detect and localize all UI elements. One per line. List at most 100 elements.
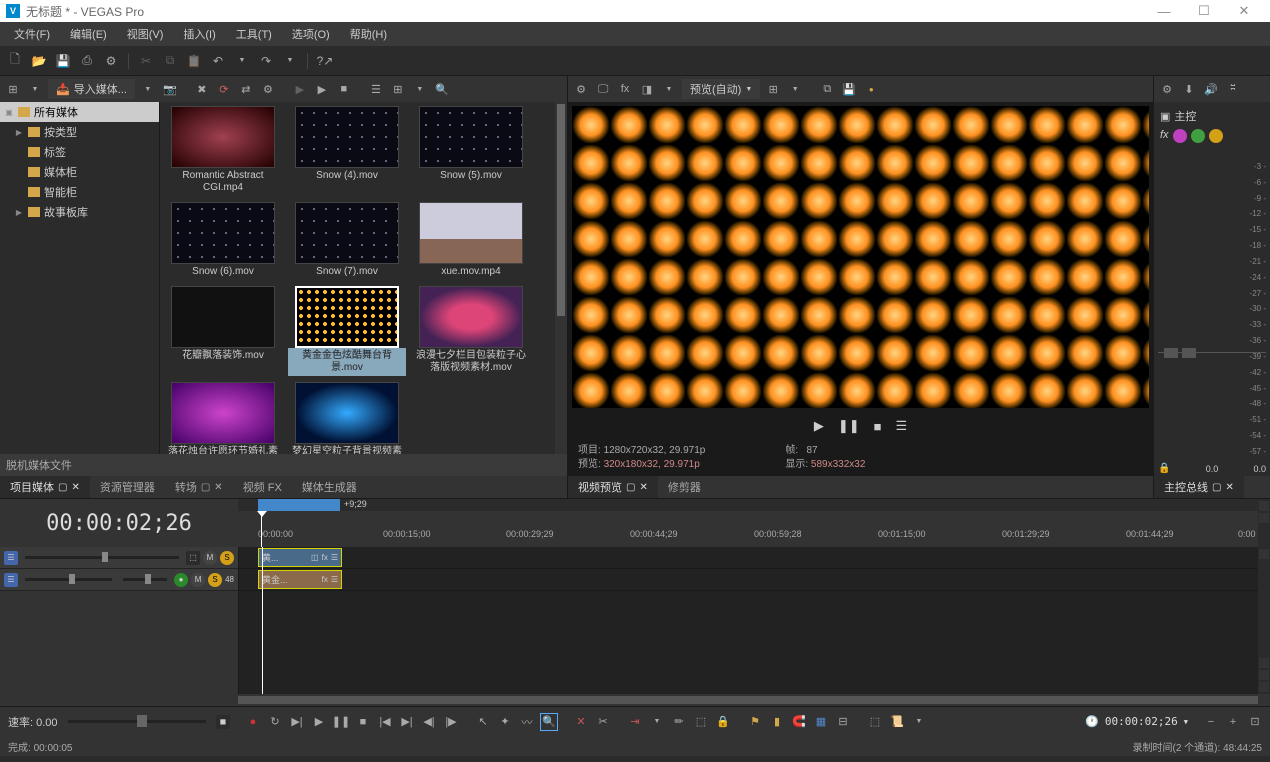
save-icon[interactable]: 💾 [54, 52, 72, 70]
remove-icon[interactable]: ✖ [193, 80, 211, 98]
dropdown-icon[interactable]: ▼ [26, 80, 44, 98]
lock-icon[interactable]: 🔒 [714, 713, 732, 731]
insert-fx-icon[interactable]: ⬇ [1180, 80, 1198, 98]
tab-close-icon[interactable]: ✕ [639, 482, 647, 493]
play-icon[interactable]: ▶ [291, 80, 309, 98]
tab-close-icon[interactable]: ✕ [71, 482, 79, 493]
copy-snapshot-icon[interactable]: ⧉ [818, 80, 836, 98]
new-icon[interactable]: 🗋 [6, 52, 24, 70]
track-content[interactable]: 黄... ◫ fx ☰ 黄金... fx ☰ [238, 547, 1258, 694]
tab-close-icon[interactable]: ✕ [1225, 482, 1233, 493]
grid-icon[interactable]: ⊞ [389, 80, 407, 98]
stop-icon[interactable]: ■ [335, 80, 353, 98]
media-item[interactable]: Snow (6).mov [164, 202, 282, 280]
refresh-icon[interactable]: ⟳ [215, 80, 233, 98]
zoom-out-h-icon[interactable]: − [1202, 713, 1220, 731]
status-icon[interactable]: ● [862, 80, 880, 98]
minimize-button[interactable]: — [1144, 4, 1184, 19]
meter-toggle-left[interactable] [1164, 348, 1178, 358]
marker-button[interactable] [1259, 501, 1269, 511]
fx-icon[interactable]: fx [322, 553, 328, 562]
zoom-button[interactable] [1259, 670, 1269, 680]
normal-edit-icon[interactable]: ↖ [474, 713, 492, 731]
tab-trimmer[interactable]: 修剪器 [658, 476, 711, 498]
meter-toggle-right[interactable] [1182, 348, 1196, 358]
tab-undock-icon[interactable]: ▢ [626, 482, 635, 493]
dim-icon[interactable]: ⎶ [1224, 80, 1242, 98]
media-fx-icon[interactable]: ⚙ [259, 80, 277, 98]
help-icon[interactable]: ?↗ [316, 52, 334, 70]
play-icon[interactable]: ▶ [814, 418, 824, 434]
media-item[interactable]: 落花烛台许愿环节婚礼素材.mp4 [164, 382, 282, 454]
snap-icon[interactable]: 🧲 [790, 713, 808, 731]
fx-icon[interactable]: fx [322, 575, 328, 584]
ripple-dropdown-icon[interactable]: ▼ [648, 713, 666, 731]
region-icon[interactable]: ▮ [768, 713, 786, 731]
maximize-button[interactable]: ☐ [1184, 3, 1224, 19]
zoom-in-h-icon[interactable]: + [1224, 713, 1242, 731]
pause-icon[interactable]: ❚❚ [838, 418, 860, 434]
stop-button[interactable]: ■ [354, 713, 372, 731]
audio-track-header[interactable]: ☰ ● M S 48 [0, 569, 238, 591]
expand-icon[interactable]: ▶ [14, 208, 24, 217]
tab-project-media[interactable]: 项目媒体 ▢ ✕ [0, 476, 90, 498]
delete-icon[interactable]: ✕ [572, 713, 590, 731]
fx-solo-icon[interactable] [1209, 129, 1223, 143]
dropdown-icon[interactable]: ▼ [139, 80, 157, 98]
script-icon[interactable]: 📜 [888, 713, 906, 731]
render-icon[interactable]: ⎙ [78, 52, 96, 70]
clip-menu-icon[interactable]: ☰ [331, 553, 338, 562]
mute-button[interactable]: M [203, 551, 217, 565]
grid-icon[interactable]: ⊞ [764, 80, 782, 98]
audio-icon[interactable]: 🔊 [1202, 80, 1220, 98]
pause-button[interactable]: ❚❚ [332, 713, 350, 731]
save-snapshot-icon[interactable]: 💾 [840, 80, 858, 98]
track-pan-slider[interactable] [123, 578, 167, 581]
media-item[interactable]: Romantic Abstract CGI.mp4 [164, 106, 282, 196]
event-snap-icon[interactable]: ⊟ [834, 713, 852, 731]
solo-button[interactable]: S [220, 551, 234, 565]
redo-icon[interactable]: ↷ [257, 52, 275, 70]
menu-options[interactable]: 选项(O) [284, 23, 338, 45]
auto-ripple-icon[interactable]: ⇥ [626, 713, 644, 731]
capture-icon[interactable]: 📷 [161, 80, 179, 98]
zoom-fit-icon[interactable]: ⊡ [1246, 713, 1264, 731]
tab-explorer[interactable]: 资源管理器 [90, 476, 165, 498]
fit-button[interactable] [1259, 682, 1269, 692]
import-media-button[interactable]: 📥 导入媒体... [48, 79, 135, 99]
external-icon[interactable]: 🖵 [594, 80, 612, 98]
tree-smart-bin[interactable]: 智能柜 [0, 182, 159, 202]
tab-undock-icon[interactable]: ▢ [1212, 482, 1221, 493]
marker-icon[interactable]: ⚑ [746, 713, 764, 731]
auto-crossfade-icon[interactable]: ⬚ [692, 713, 710, 731]
undo-icon[interactable]: ↶ [209, 52, 227, 70]
media-item[interactable]: 黄金金色炫酷舞台背景.mov [288, 286, 406, 376]
preview-quality-dropdown[interactable]: 预览(自动) ▼ [682, 79, 760, 99]
tree-by-type[interactable]: ▶按类型 [0, 122, 159, 142]
video-track-row[interactable]: 黄... ◫ fx ☰ [239, 547, 1258, 569]
scroll-up-button[interactable] [1259, 549, 1269, 559]
replace-icon[interactable]: ⇄ [237, 80, 255, 98]
loop-button[interactable]: ↻ [266, 713, 284, 731]
tab-media-gen[interactable]: 媒体生成器 [292, 476, 367, 498]
scrollbar-vertical[interactable] [555, 102, 567, 454]
tab-master-bus[interactable]: 主控总线 ▢ ✕ [1154, 476, 1244, 498]
tab-undock-icon[interactable]: ▢ [201, 482, 210, 493]
dropdown-icon[interactable]: ▼ [660, 80, 678, 98]
redo-dropdown-icon[interactable]: ▼ [281, 52, 299, 70]
play-from-start-icon[interactable]: ▶ [313, 80, 331, 98]
properties-icon[interactable]: ⚙ [102, 52, 120, 70]
copy-icon[interactable]: ⧉ [161, 52, 179, 70]
ignore-group-icon[interactable]: ⬚ [866, 713, 884, 731]
menu-file[interactable]: 文件(F) [6, 23, 58, 45]
loop-bar[interactable]: +9;29 [238, 499, 1258, 511]
next-frame-button[interactable]: |▶ [442, 713, 460, 731]
stop-icon[interactable]: ■ [874, 419, 882, 434]
arm-record-button[interactable]: ● [174, 573, 188, 587]
lock-envelopes-icon[interactable]: ✏ [670, 713, 688, 731]
tree-tags[interactable]: 标签 [0, 142, 159, 162]
tab-transitions[interactable]: 转场 ▢ ✕ [165, 476, 233, 498]
settings-icon[interactable]: ⚙ [572, 80, 590, 98]
expand-icon[interactable]: ▣ [4, 108, 14, 117]
preview-screen[interactable] [572, 106, 1149, 408]
